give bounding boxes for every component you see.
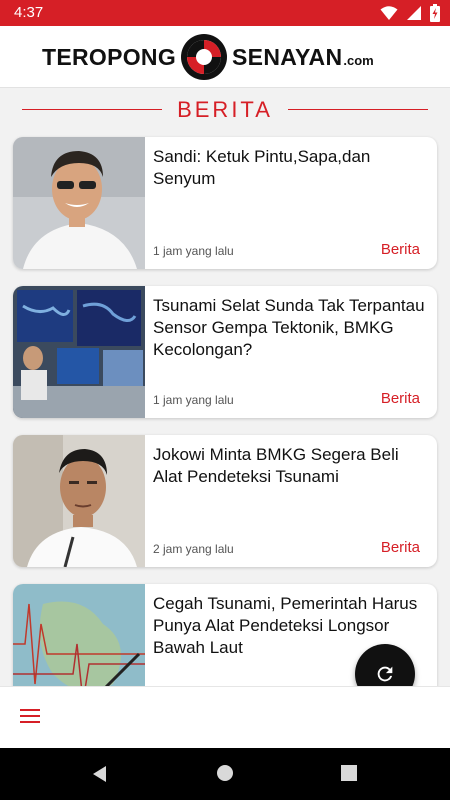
- logo-text-left: TEROPONG: [42, 43, 177, 70]
- news-thumbnail: [13, 286, 145, 418]
- wifi-icon: [380, 6, 398, 20]
- status-icons: [380, 4, 440, 22]
- section-divider-right: [288, 109, 428, 110]
- news-category[interactable]: Berita: [381, 539, 420, 556]
- news-card[interactable]: Sandi: Ketuk Pintu,Sapa,dan Senyum 1 jam…: [13, 137, 437, 269]
- status-bar: 4:37: [0, 0, 450, 26]
- section-header: BERITA: [0, 96, 450, 124]
- system-navigation-bar: [0, 748, 450, 800]
- site-logo[interactable]: TEROPONG SENAYAN .com: [42, 34, 374, 80]
- app-header: TEROPONG SENAYAN .com: [0, 26, 450, 88]
- back-icon[interactable]: [90, 764, 110, 784]
- logo-text-right: SENAYAN: [232, 43, 343, 70]
- aperture-logo-icon: [181, 34, 228, 80]
- news-timestamp: 2 jam yang lalu: [153, 542, 234, 556]
- news-thumbnail: [13, 137, 145, 269]
- battery-icon: [430, 4, 440, 22]
- signal-icon: [407, 6, 421, 20]
- news-thumbnail: [13, 435, 145, 567]
- recents-icon[interactable]: [340, 764, 358, 782]
- news-headline: Tsunami Selat Sunda Tak Terpantau Sensor…: [153, 296, 425, 359]
- news-card[interactable]: Tsunami Selat Sunda Tak Terpantau Sensor…: [13, 286, 437, 418]
- refresh-icon: [377, 666, 393, 682]
- hamburger-menu-icon[interactable]: [20, 709, 42, 725]
- home-icon[interactable]: [216, 764, 234, 782]
- news-category[interactable]: Berita: [381, 241, 420, 258]
- news-category[interactable]: Berita: [381, 390, 420, 407]
- news-card[interactable]: Jokowi Minta BMKG Segera Beli Alat Pende…: [13, 435, 437, 567]
- news-headline: Jokowi Minta BMKG Segera Beli Alat Pende…: [153, 445, 399, 486]
- logo-domain: .com: [343, 52, 374, 68]
- status-time: 4:37: [14, 4, 44, 21]
- news-timestamp: 1 jam yang lalu: [153, 393, 234, 407]
- bottom-app-bar: [0, 686, 450, 748]
- news-headline: Sandi: Ketuk Pintu,Sapa,dan Senyum: [153, 147, 371, 188]
- section-title: BERITA: [177, 97, 273, 122]
- news-timestamp: 1 jam yang lalu: [153, 244, 234, 258]
